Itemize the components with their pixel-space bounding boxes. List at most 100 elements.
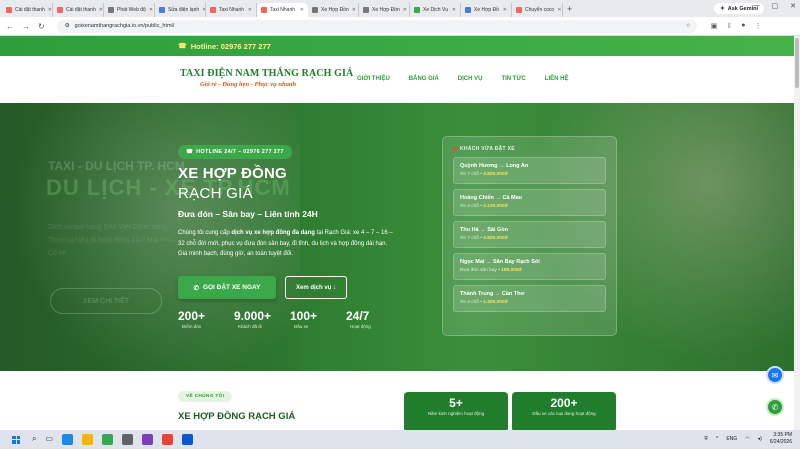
menu-icon[interactable]: ⋮ <box>754 22 761 30</box>
booking-vehicle: Xe 7 chỗ • <box>460 172 484 177</box>
main-menu: GIỚI THIỆU BẢNG GIÁ DỊCH VỤ TIN TỨC LIÊN HỆ <box>357 76 568 82</box>
new-tab-icon[interactable]: + <box>567 4 572 14</box>
tab-close-icon[interactable]: ✕ <box>248 7 252 13</box>
tab-close-icon[interactable]: ✕ <box>503 7 507 13</box>
menu-item[interactable]: LIÊN HỆ <box>545 76 569 82</box>
browser-tab[interactable]: Xe Hợp Đồn ✕ <box>359 3 410 17</box>
browser-tab[interactable]: Phát Web độ ✕ <box>104 3 155 17</box>
browser-tab[interactable]: Sửa điện lạnh ✕ <box>155 3 206 17</box>
maximize-icon[interactable]: ▢ <box>772 2 779 10</box>
tab-favicon-icon <box>6 7 12 13</box>
scrollbar-thumb[interactable] <box>795 38 799 88</box>
url-input[interactable]: ⚙ goixenamthangrachgia.io.vn/public_html… <box>56 19 697 33</box>
browser-tab[interactable]: Cài đặt thanh ✕ <box>53 3 104 17</box>
hero-stats: 200+ Điểm đón 9.000+ Khách đã đi 100+ Đầu xe 2… <box>178 309 402 329</box>
site-info-icon[interactable]: ⚙ <box>65 23 70 29</box>
chevron-up-icon[interactable]: ^ <box>716 436 718 442</box>
bookmark-star-icon[interactable]: ☆ <box>686 23 691 29</box>
booking-vehicle: Xe 7 chỗ • <box>460 236 484 241</box>
page-scrollbar[interactable] <box>794 36 800 430</box>
minimize-icon[interactable]: — <box>753 2 760 10</box>
tab-close-icon[interactable]: ✕ <box>557 7 561 13</box>
browser-tab[interactable]: Xe Hợp Đồn ✕ <box>308 3 359 17</box>
browser-tab[interactable]: Xe Dịch Vụ ✕ <box>410 3 461 17</box>
card-label: Đầu xe các loại đang hoạt động <box>532 411 596 416</box>
browser-tab[interactable]: Cài đặt thanh ✕ <box>2 3 53 17</box>
profile-icon[interactable]: ● <box>741 22 745 30</box>
tab-favicon-icon <box>465 7 471 13</box>
stat-number: 9.000+ <box>234 309 272 323</box>
booking-meta: Xe 4 chỗ • 2.100.000đ <box>460 204 599 209</box>
card-number: 200+ <box>550 396 578 410</box>
edge-icon[interactable] <box>62 434 74 445</box>
tab-close-icon[interactable]: ✕ <box>352 7 356 13</box>
stat-item: 200+ Điểm đón <box>178 309 234 329</box>
tab-close-icon[interactable]: ✕ <box>403 7 407 13</box>
app-icon[interactable] <box>182 434 194 445</box>
booking-meta: Xe 7 chỗ • 2.800.000đ <box>460 172 599 177</box>
about-stat-card: 200+ Đầu xe các loại đang hoạt động <box>512 392 616 430</box>
file-explorer-icon[interactable] <box>82 434 94 445</box>
app-icon[interactable] <box>142 434 154 445</box>
clock-date: 6/24/2026 <box>769 438 792 445</box>
forward-icon[interactable]: → <box>22 22 30 31</box>
wifi-icon[interactable]: ◠ <box>745 436 749 442</box>
download-icon[interactable]: ⇩ <box>726 22 732 30</box>
hero-hotline-badge[interactable]: ☎ HOTLINE 24/7 – 02976 277 277 <box>178 145 292 159</box>
view-services-button[interactable]: Xem dịch vụ ↓ <box>285 276 347 299</box>
address-bar: ← → ↻ ⚙ goixenamthangrachgia.io.vn/publi… <box>0 17 800 36</box>
browser-tab[interactable]: Taxi Nhanh ✕ <box>206 3 257 17</box>
view-services-label: Xem dịch vụ ↓ <box>295 284 336 291</box>
gemini-icon: ✦ <box>720 5 725 12</box>
book-now-button[interactable]: ✆ GỌI ĐẶT XE NGAY <box>178 276 276 299</box>
reload-icon[interactable]: ↻ <box>38 22 45 31</box>
messenger-icon[interactable]: ✉ <box>766 366 784 384</box>
about-section: VỀ CHÚNG TÔI XE HỢP ĐỒNG RẠCH GIÁ 5+ Năm … <box>0 371 794 430</box>
menu-item[interactable]: BẢNG GIÁ <box>409 76 439 82</box>
phone-icon: ☎ <box>186 149 194 155</box>
tab-close-icon[interactable]: ✕ <box>452 7 456 13</box>
booking-item: Thu Hà → Sài Gòn Xe 7 chỗ • 2.500.000đ <box>453 221 606 248</box>
menu-item[interactable]: TIN TỨC <box>501 76 525 82</box>
tab-favicon-icon <box>363 7 369 13</box>
tab-close-icon[interactable]: ✕ <box>99 7 103 13</box>
close-icon[interactable]: ✕ <box>790 2 796 10</box>
tab-favicon-icon <box>210 7 216 13</box>
card-number: 5+ <box>449 396 463 410</box>
app-icon[interactable] <box>122 434 134 445</box>
back-icon[interactable]: ← <box>6 22 14 31</box>
search-icon[interactable]: ⌕ <box>32 434 36 445</box>
menu-item[interactable]: DỊCH VỤ <box>458 76 483 82</box>
booking-meta: Đưa đón sân bay • 180.000đ <box>460 268 599 273</box>
start-icon[interactable] <box>12 435 20 444</box>
recent-bookings-panel: KHÁCH VỪA ĐẶT XE Quỳnh Hương → Long An Xe… <box>442 136 617 336</box>
hero-description: Chúng tôi cung cấp dịch vụ xe hợp đồng đ… <box>178 228 393 260</box>
app-icon[interactable] <box>162 434 174 445</box>
tab-close-icon[interactable]: ✕ <box>149 7 153 13</box>
call-icon[interactable]: ✆ <box>766 398 784 416</box>
shield-icon[interactable]: ⛨ <box>704 436 708 442</box>
site-logo[interactable]: TAXI ĐIỆN NAM THẮNG RẠCH GIÁ Giá rẻ - Đú… <box>180 68 353 88</box>
volume-icon[interactable]: ◂) <box>758 436 762 442</box>
clock[interactable]: 3:35 PM 6/24/2026 <box>770 432 792 445</box>
phone-icon: ☎ <box>178 43 187 50</box>
tab-favicon-icon <box>108 7 114 13</box>
url-text: goixenamthangrachgia.io.vn/public_html/ <box>74 23 175 29</box>
chrome-icon[interactable] <box>102 434 114 445</box>
hotline-bar[interactable]: ☎ Hotline: 02976 277 277 <box>0 36 794 56</box>
extension-icon[interactable]: ▣ <box>711 22 718 30</box>
tab-close-icon[interactable]: ✕ <box>300 7 304 13</box>
language-indicator[interactable]: ENG <box>726 436 737 442</box>
booking-route: Ngọc Mai → Sân Bay Rạch Sỏi <box>460 259 540 265</box>
browser-tab[interactable]: Xe Hợp Đồ ✕ <box>461 3 512 17</box>
tab-close-icon[interactable]: ✕ <box>48 7 52 13</box>
menu-item[interactable]: GIỚI THIỆU <box>357 76 390 82</box>
browser-tab[interactable]: Chuyển coco ✕ <box>512 3 563 17</box>
about-stat-card: 5+ Năm kinh nghiệm hoạt động <box>404 392 508 430</box>
tab-title: Chuyển coco <box>525 7 555 13</box>
browser-tab[interactable]: Taxi Nhanh ✕ <box>257 3 308 17</box>
browser-tab-bar: Cài đặt thanh ✕ Cài đặt thanh ✕ Phát Web độ ✕… <box>0 0 800 17</box>
task-view-icon[interactable]: ▭ <box>45 434 53 445</box>
booking-route: Hoàng Chiến → Cà Mau <box>460 195 523 201</box>
stat-label: Khách đã đi <box>238 324 262 329</box>
